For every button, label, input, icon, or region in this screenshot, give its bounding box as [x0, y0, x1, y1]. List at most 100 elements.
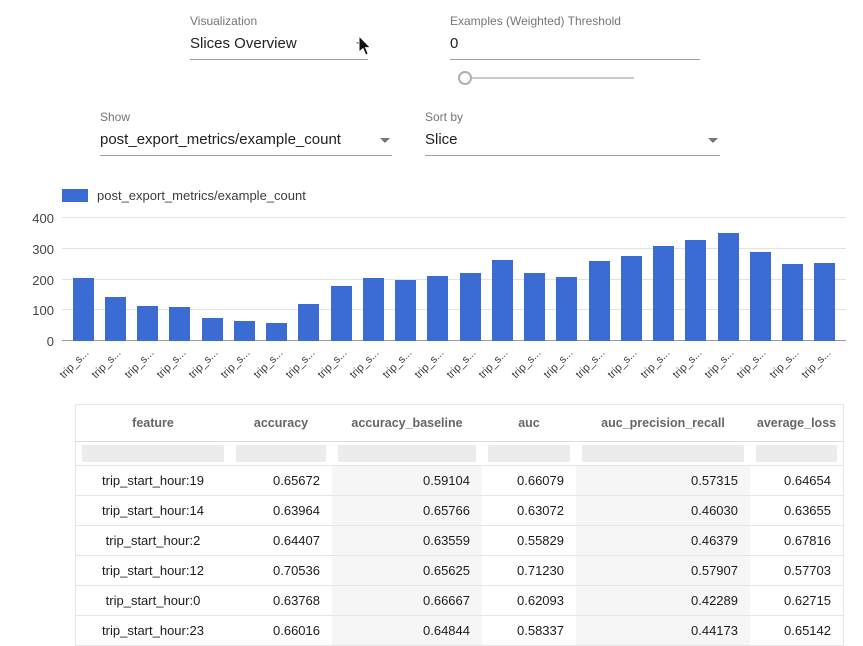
column-header-average_loss[interactable]: average_loss [750, 405, 844, 442]
column-header-auc_precision_recall[interactable]: auc_precision_recall [576, 405, 750, 442]
y-axis-tick-label: 300 [8, 242, 54, 257]
sort-by-label: Sort by [425, 110, 720, 124]
metric-cell: 0.70536 [230, 556, 332, 586]
metric-cell: 0.66667 [332, 586, 482, 616]
sort-by-dropdown[interactable]: Sort by Slice [425, 110, 720, 156]
column-header-accuracy_baseline[interactable]: accuracy_baseline [332, 405, 482, 442]
chevron-down-icon[interactable] [380, 138, 390, 143]
bar[interactable] [492, 260, 513, 341]
metric-cell: 0.63072 [482, 496, 576, 526]
bar[interactable] [685, 240, 706, 341]
examples-threshold-slider[interactable] [458, 70, 634, 86]
column-filter-input[interactable] [338, 445, 476, 462]
bar-slot: trip_s... [325, 218, 357, 341]
bar-slot: trip_s... [67, 218, 99, 341]
bar[interactable] [202, 318, 223, 341]
bar[interactable] [782, 264, 803, 341]
bar[interactable] [750, 252, 771, 341]
bar-slot: trip_s... [648, 218, 680, 341]
sort-by-value[interactable]: Slice [425, 129, 720, 156]
metric-cell: 0.42289 [576, 586, 750, 616]
bar-slot: trip_s... [196, 218, 228, 341]
bar[interactable] [105, 297, 126, 341]
column-header-accuracy[interactable]: accuracy [230, 405, 332, 442]
column-filter-cell [76, 442, 231, 466]
column-filter-cell [482, 442, 576, 466]
bar-slot: trip_s... [486, 218, 518, 341]
bar[interactable] [137, 306, 158, 341]
bar[interactable] [427, 276, 448, 341]
metric-cell: 0.59104 [332, 466, 482, 496]
metric-cell: 0.57315 [576, 466, 750, 496]
examples-threshold-field[interactable]: Examples (Weighted) Threshold 0 [450, 14, 700, 60]
bar[interactable] [298, 304, 319, 341]
slices-bar-chart: 0100200300400 trip_s...trip_s...trip_s..… [8, 218, 848, 383]
chart-plot-area: trip_s...trip_s...trip_s...trip_s...trip… [62, 218, 846, 341]
table-row[interactable]: trip_start_hour:00.637680.666670.620930.… [76, 586, 844, 616]
metric-cell: 0.64407 [230, 526, 332, 556]
examples-threshold-input[interactable]: 0 [450, 33, 700, 60]
bar-slot: trip_s... [809, 218, 841, 341]
bar[interactable] [653, 246, 674, 341]
table-row[interactable]: trip_start_hour:230.660160.648440.583370… [76, 616, 844, 646]
metric-cell: 0.63964 [230, 496, 332, 526]
slider-track[interactable] [458, 77, 634, 79]
column-filter-input[interactable] [756, 445, 837, 462]
metric-cell: 0.46379 [576, 526, 750, 556]
show-value[interactable]: post_export_metrics/example_count [100, 129, 392, 156]
bar-slot: trip_s... [680, 218, 712, 341]
column-filter-input[interactable] [236, 445, 326, 462]
column-filter-input[interactable] [82, 445, 224, 462]
metrics-table: featureaccuracyaccuracy_baselineaucauc_p… [75, 404, 844, 646]
examples-threshold-value: 0 [450, 35, 458, 52]
column-header-feature[interactable]: feature [76, 405, 231, 442]
y-axis-tick-label: 0 [8, 334, 54, 349]
bar[interactable] [73, 278, 94, 341]
slider-knob[interactable] [458, 71, 472, 85]
visualization-value[interactable]: Slices Overview [190, 33, 368, 60]
y-axis-tick-label: 200 [8, 273, 54, 288]
bar[interactable] [395, 280, 416, 342]
table-row[interactable]: trip_start_hour:120.705360.656250.712300… [76, 556, 844, 586]
visualization-dropdown[interactable]: Visualization Slices Overview [190, 14, 368, 60]
visualization-label: Visualization [190, 14, 368, 28]
metric-cell: 0.65672 [230, 466, 332, 496]
bar-slot: trip_s... [261, 218, 293, 341]
table-row[interactable]: trip_start_hour:20.644070.635590.558290.… [76, 526, 844, 556]
bar-slot: trip_s... [519, 218, 551, 341]
column-header-auc[interactable]: auc [482, 405, 576, 442]
bar[interactable] [556, 277, 577, 341]
table-filter-row [76, 442, 844, 466]
bar[interactable] [814, 263, 835, 341]
chevron-down-icon[interactable] [708, 138, 718, 143]
column-filter-input[interactable] [582, 445, 744, 462]
chart-legend: post_export_metrics/example_count [62, 188, 306, 203]
bar-slot: trip_s... [357, 218, 389, 341]
table-row[interactable]: trip_start_hour:140.639640.657660.630720… [76, 496, 844, 526]
metric-cell: 0.63559 [332, 526, 482, 556]
bar[interactable] [266, 323, 287, 341]
column-filter-cell [332, 442, 482, 466]
bar[interactable] [234, 321, 255, 341]
bar[interactable] [331, 286, 352, 341]
bar[interactable] [589, 261, 610, 341]
y-axis-tick-label: 400 [8, 211, 54, 226]
bar[interactable] [621, 256, 642, 341]
table-row[interactable]: trip_start_hour:190.656720.591040.660790… [76, 466, 844, 496]
table-header-row: featureaccuracyaccuracy_baselineaucauc_p… [76, 405, 844, 442]
bar[interactable] [169, 307, 190, 341]
bar[interactable] [718, 233, 739, 341]
sort-by-selected-text: Slice [425, 131, 458, 148]
bar[interactable] [524, 273, 545, 341]
bar-slot: trip_s... [551, 218, 583, 341]
bar[interactable] [460, 273, 481, 341]
show-selected-text: post_export_metrics/example_count [100, 131, 341, 148]
column-filter-input[interactable] [488, 445, 570, 462]
table-body: trip_start_hour:190.656720.591040.660790… [76, 466, 844, 646]
show-label: Show [100, 110, 392, 124]
metric-cell: 0.65766 [332, 496, 482, 526]
show-dropdown[interactable]: Show post_export_metrics/example_count [100, 110, 392, 156]
bar[interactable] [363, 278, 384, 341]
chart-y-axis: 0100200300400 [8, 218, 54, 341]
bar-slot: trip_s... [132, 218, 164, 341]
